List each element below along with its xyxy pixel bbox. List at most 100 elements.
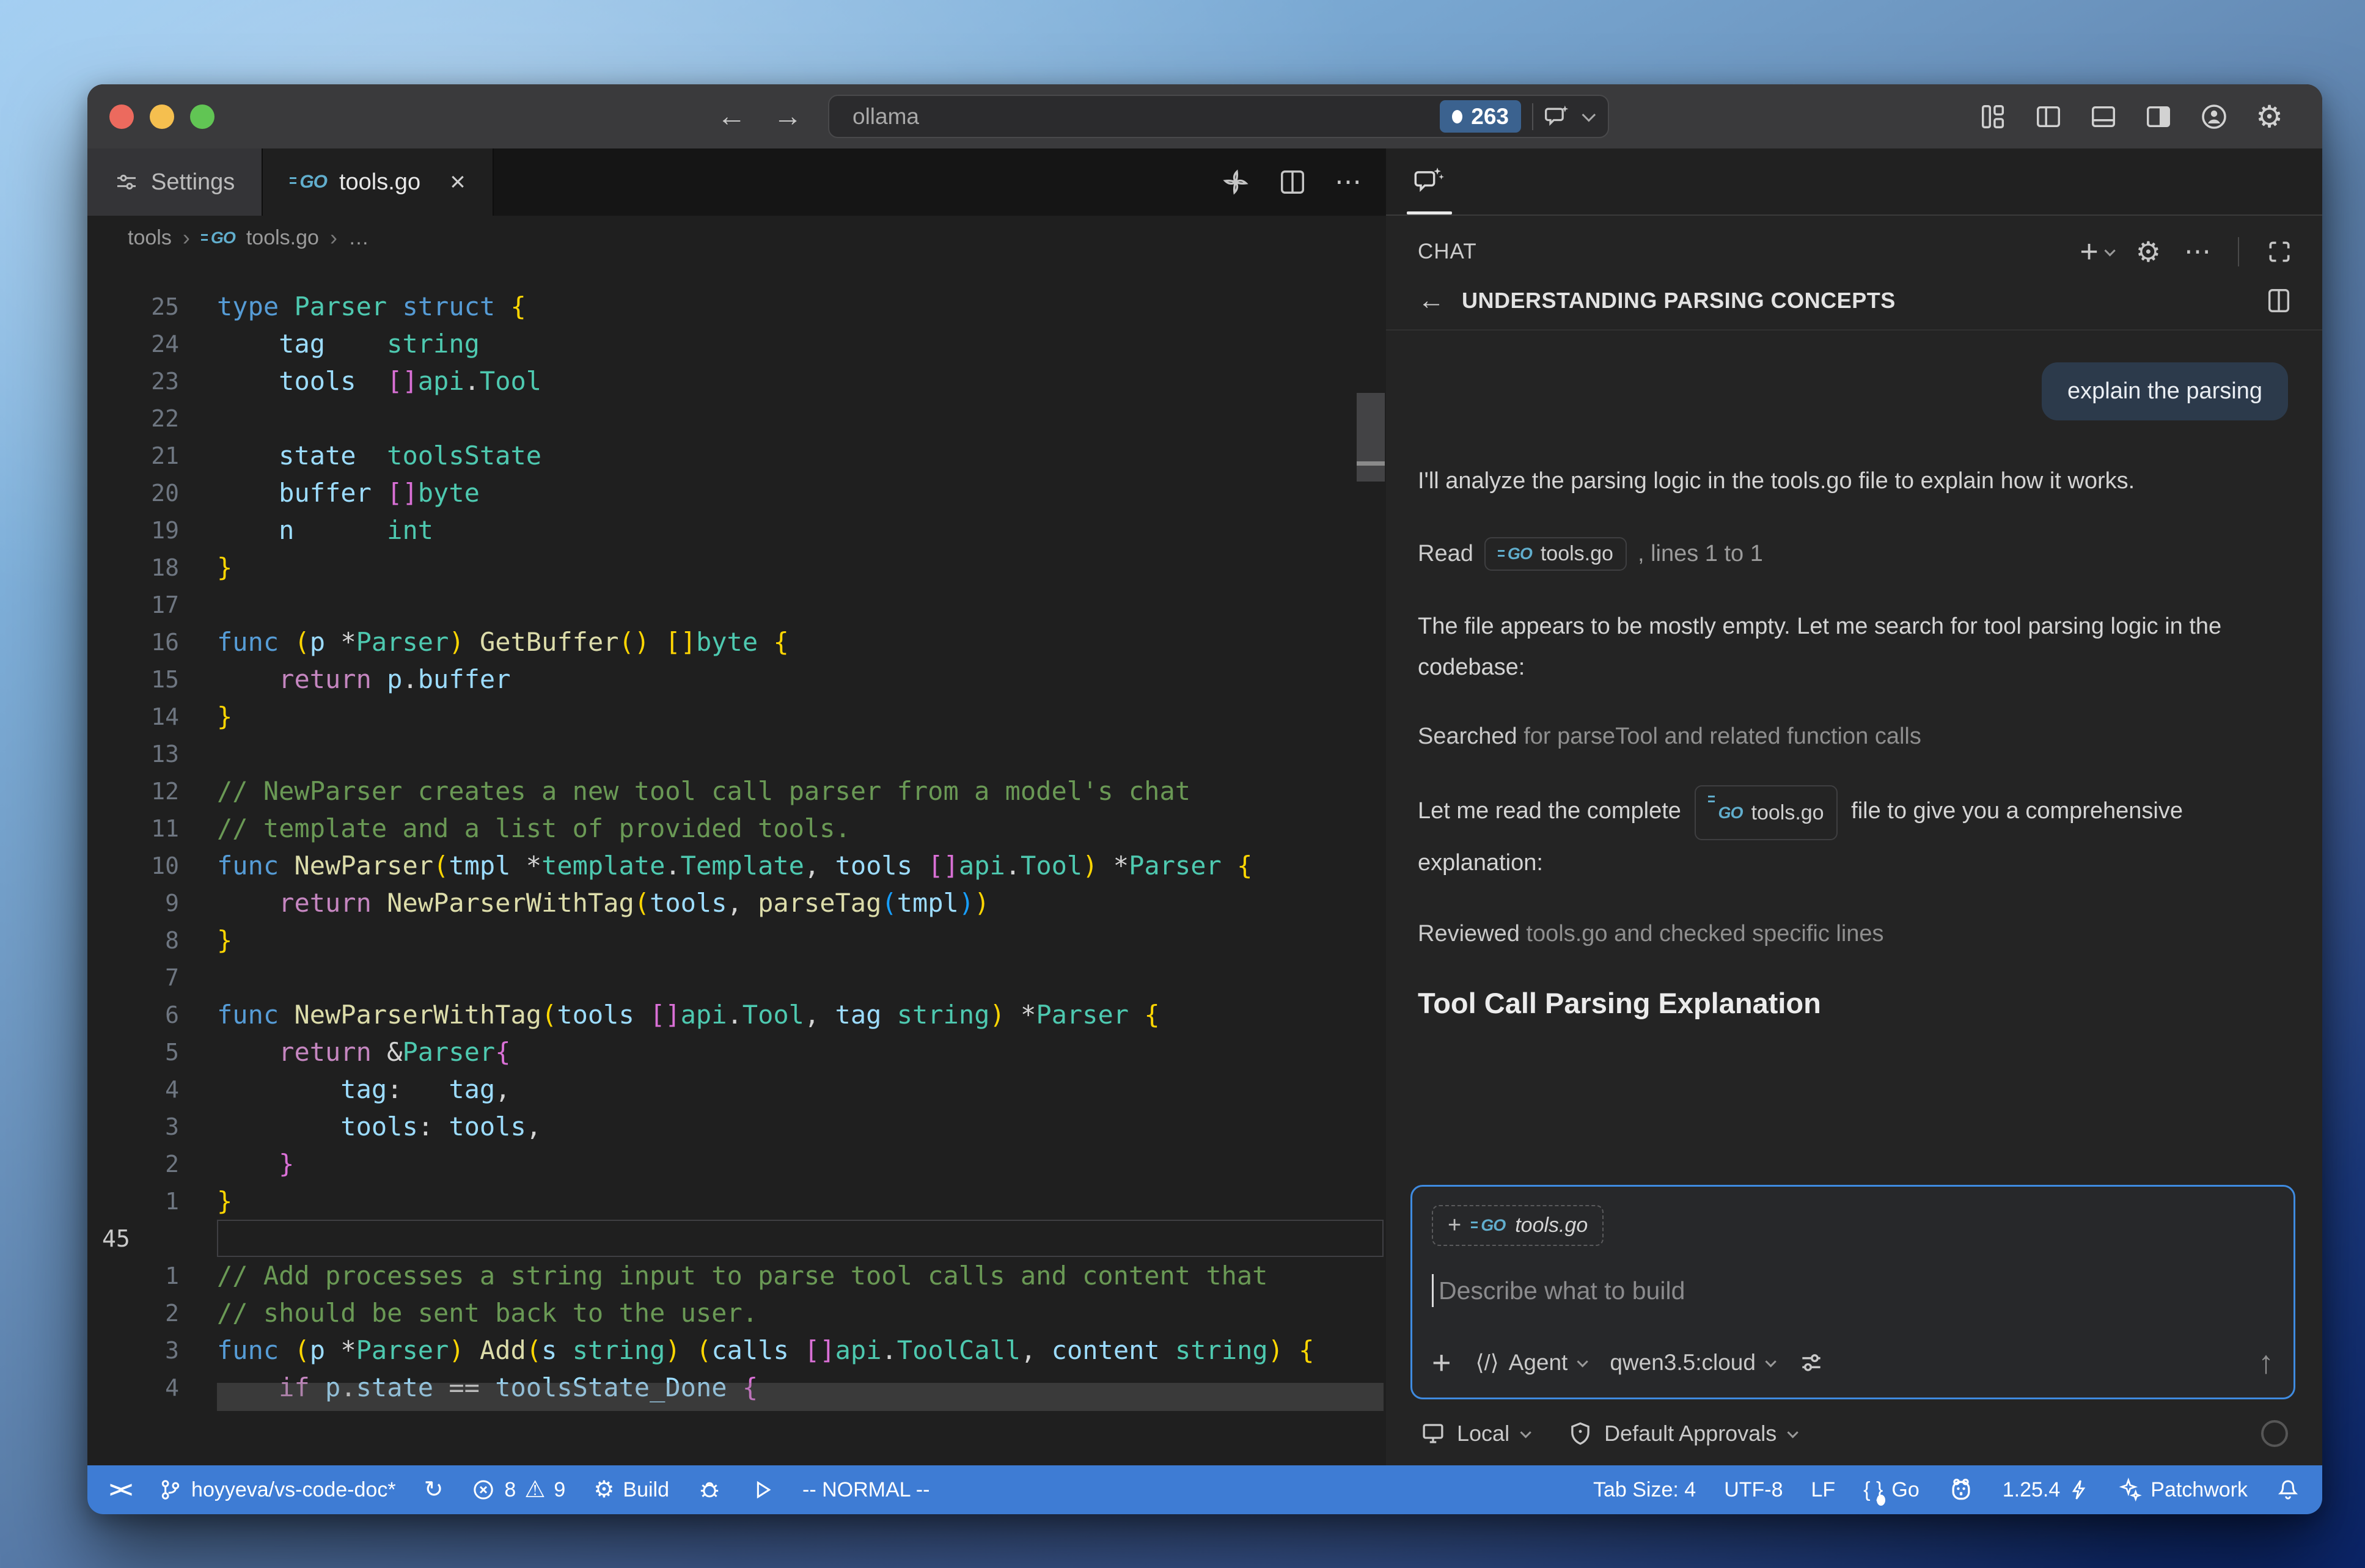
tab-size-item[interactable]: Tab Size: 4 — [1593, 1478, 1696, 1502]
chat-settings-gear-icon[interactable]: ⚙ — [2136, 238, 2161, 266]
debug-bug-icon[interactable] — [697, 1478, 722, 1502]
code-line[interactable]: 18} — [87, 549, 1386, 586]
environment-dropdown[interactable]: Local — [1420, 1421, 1528, 1446]
context-file-chip[interactable]: + GO tools.go — [1432, 1205, 1604, 1246]
code-line[interactable]: 21 state toolsState — [87, 437, 1386, 474]
more-actions-icon[interactable]: ⋯ — [1335, 169, 1362, 196]
chat-sparkle-icon[interactable] — [1543, 103, 1571, 130]
code-line[interactable]: 19 n int — [87, 511, 1386, 549]
toggle-bottom-panel-icon[interactable] — [2089, 103, 2118, 131]
open-in-editor-icon[interactable] — [2265, 287, 2293, 315]
chat-panel-tab[interactable] — [1403, 148, 1454, 214]
build-task-item[interactable]: ⚙ Build — [593, 1478, 669, 1502]
gopher-icon[interactable] — [1948, 1476, 1975, 1503]
code-line[interactable]: 4 tag: tag, — [87, 1071, 1386, 1108]
language-mode-item[interactable]: { } Go — [1863, 1478, 1920, 1502]
code-line[interactable]: 15 return p.buffer — [87, 661, 1386, 698]
code-line[interactable]: 23 tools []api.Tool — [87, 362, 1386, 400]
sync-icon[interactable]: ↻ — [424, 1478, 444, 1501]
tune-sliders-icon[interactable] — [1798, 1349, 1825, 1376]
code-line[interactable]: 1// Add processes a string input to pars… — [87, 1257, 1386, 1294]
patchwork-item[interactable]: Patchwork — [2119, 1478, 2248, 1502]
vertical-scrollbar-thumb[interactable] — [1357, 393, 1385, 482]
forward-arrow-icon[interactable]: → — [773, 100, 802, 133]
code-line[interactable]: 22 — [87, 400, 1386, 437]
bell-icon[interactable] — [2276, 1478, 2300, 1502]
go-version-item[interactable]: 1.25.4 — [2003, 1478, 2091, 1502]
line-number: 13 — [87, 741, 179, 768]
code-line[interactable]: 16func (p *Parser) GetBuffer() []byte { — [87, 623, 1386, 661]
breadcrumb-folder[interactable]: tools — [128, 226, 172, 250]
code-line[interactable]: 10func NewParser(tmpl *template.Template… — [87, 847, 1386, 884]
split-editor-icon[interactable] — [1278, 168, 1307, 196]
close-tab-icon[interactable]: × — [450, 167, 466, 197]
divider — [1532, 103, 1533, 130]
code-line[interactable]: 24 tag string — [87, 325, 1386, 362]
customize-layout-icon[interactable] — [1979, 103, 2008, 131]
code-text: return p.buffer — [217, 664, 510, 694]
tab-tools-go[interactable]: GO tools.go × — [263, 148, 493, 216]
chevron-down-icon — [1520, 1427, 1531, 1438]
back-arrow-icon[interactable]: ← — [1418, 285, 1445, 316]
horizontal-scrollbar[interactable] — [217, 1383, 1384, 1411]
code-line[interactable]: 25type Parser struct { — [87, 288, 1386, 325]
code-line[interactable]: 2 } — [87, 1145, 1386, 1182]
attach-button[interactable]: + — [1432, 1344, 1451, 1382]
expand-chat-icon[interactable] — [2266, 238, 2293, 265]
code-line[interactable]: 9 return NewParserWithTag(tools, parseTa… — [87, 884, 1386, 921]
code-editor[interactable]: tools › GO tools.go › … 25type Parser st… — [87, 216, 1386, 1465]
back-arrow-icon[interactable]: ← — [717, 100, 746, 133]
settings-gear-icon[interactable]: ⚙ — [2256, 101, 2283, 132]
close-window-button[interactable] — [109, 104, 134, 129]
file-chip[interactable]: GO tools.go — [1695, 785, 1837, 840]
code-line[interactable]: 20 buffer []byte — [87, 474, 1386, 511]
toggle-left-panel-icon[interactable] — [2034, 103, 2062, 131]
code-text: state toolsState — [217, 441, 541, 471]
code-line-current[interactable]: 45 — [87, 1220, 1386, 1257]
file-chip[interactable]: GO tools.go — [1484, 537, 1627, 571]
code-area[interactable]: 25type Parser struct {24 tag string23 to… — [87, 260, 1386, 1465]
problems-item[interactable]: 8 ⚠ 9 — [471, 1478, 565, 1502]
account-icon[interactable] — [2199, 102, 2229, 131]
notification-count-badge[interactable]: 263 — [1440, 100, 1521, 133]
code-text: } — [217, 702, 232, 731]
code-line[interactable]: 13 — [87, 735, 1386, 772]
code-line[interactable]: 1} — [87, 1182, 1386, 1220]
code-line[interactable]: 8} — [87, 921, 1386, 959]
breadcrumb[interactable]: tools › GO tools.go › … — [87, 216, 1386, 260]
model-dropdown[interactable]: qwen3.5:cloud — [1610, 1350, 1773, 1376]
breadcrumb-file[interactable]: tools.go — [246, 226, 319, 250]
run-play-icon[interactable] — [750, 1478, 774, 1502]
ai-pinwheel-icon[interactable] — [1221, 167, 1250, 197]
search-input[interactable]: ollama — [829, 104, 1440, 130]
breadcrumb-more[interactable]: … — [348, 226, 369, 250]
remote-indicator[interactable]: >< — [109, 1477, 130, 1503]
code-line[interactable]: 6func NewParserWithTag(tools []api.Tool,… — [87, 996, 1386, 1033]
approvals-dropdown[interactable]: Default Approvals — [1568, 1421, 1795, 1446]
toggle-right-panel-icon[interactable] — [2144, 103, 2172, 131]
chat-more-icon[interactable]: ⋯ — [2184, 238, 2211, 265]
chevron-down-icon[interactable] — [1582, 108, 1596, 122]
code-line[interactable]: 5 return &Parser{ — [87, 1033, 1386, 1071]
code-line[interactable]: 2// should be sent back to the user. — [87, 1294, 1386, 1332]
prompt-input[interactable]: Describe what to build — [1432, 1274, 2274, 1307]
maximize-window-button[interactable] — [190, 104, 215, 129]
send-button[interactable]: ↑ — [2258, 1344, 2274, 1381]
code-line[interactable]: 12// NewParser creates a new tool call p… — [87, 772, 1386, 810]
chat-input-box[interactable]: + GO tools.go Describe what to build + ⟨… — [1410, 1185, 2295, 1399]
code-line[interactable]: 17 — [87, 586, 1386, 623]
command-center-search[interactable]: ollama 263 — [828, 95, 1609, 138]
agent-mode-dropdown[interactable]: ⟨/⟩ Agent — [1476, 1350, 1586, 1376]
eol-item[interactable]: LF — [1811, 1478, 1836, 1502]
git-branch-item[interactable]: hoyyeva/vs-code-doc* — [158, 1478, 396, 1502]
code-line[interactable]: 11// template and a list of provided too… — [87, 810, 1386, 847]
code-line[interactable]: 3 tools: tools, — [87, 1108, 1386, 1145]
code-line[interactable]: 7 — [87, 959, 1386, 996]
code-line[interactable]: 3func (p *Parser) Add(s string) (calls [… — [87, 1332, 1386, 1369]
minimize-window-button[interactable] — [150, 104, 174, 129]
encoding-item[interactable]: UTF-8 — [1724, 1478, 1783, 1502]
tab-settings[interactable]: Settings — [87, 148, 263, 216]
new-chat-button[interactable]: + — [2080, 233, 2112, 270]
code-line[interactable]: 14} — [87, 698, 1386, 735]
line-number: 14 — [87, 703, 179, 730]
